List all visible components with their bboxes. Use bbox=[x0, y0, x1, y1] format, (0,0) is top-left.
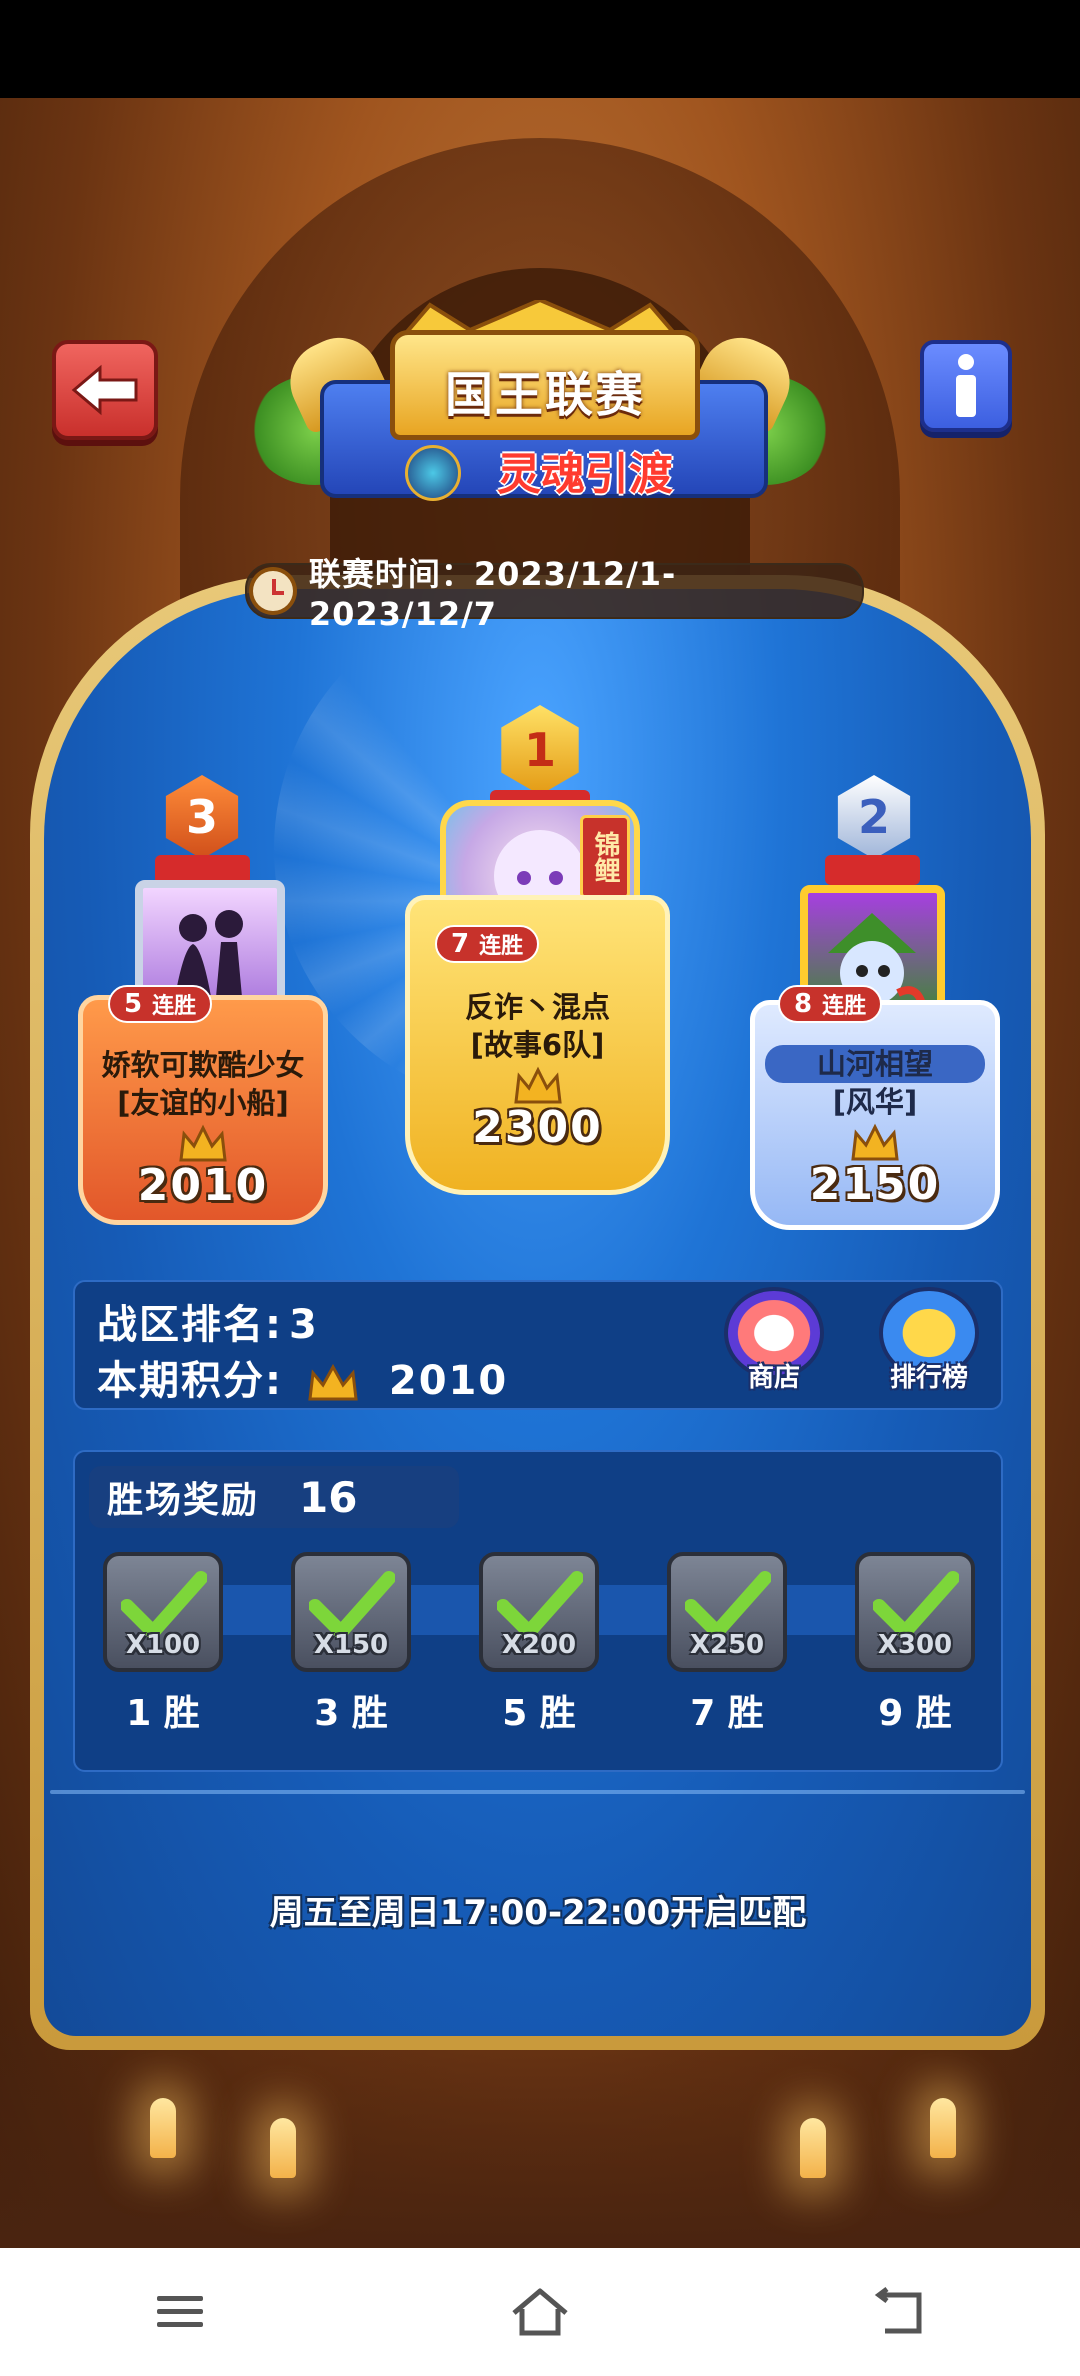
player-team: [友谊的小船] bbox=[117, 1086, 289, 1120]
nav-back-button[interactable] bbox=[840, 2272, 960, 2352]
player-stats-bar: 战区排名: 3 本期积分: 2010 商店 排行榜 bbox=[73, 1280, 1003, 1410]
candle bbox=[150, 2098, 176, 2158]
league-title: 国王联赛 bbox=[444, 367, 645, 423]
shop-button[interactable]: 商店 bbox=[715, 1287, 833, 1407]
reward-win-label: 7 胜 bbox=[690, 1693, 764, 1734]
crown-icon bbox=[179, 1124, 227, 1162]
reward-chest-1[interactable]: X100 bbox=[103, 1552, 223, 1672]
player-score: 2150 bbox=[809, 1159, 941, 1210]
reward-chest-3[interactable]: X200 bbox=[479, 1552, 599, 1672]
clock-icon bbox=[249, 567, 297, 615]
reward-win-label: 9 胜 bbox=[878, 1693, 952, 1734]
candle bbox=[930, 2098, 956, 2158]
home-icon bbox=[512, 2288, 568, 2336]
player-score: 2010 bbox=[137, 1160, 269, 1211]
candle bbox=[270, 2118, 296, 2178]
league-subtitle: 灵魂引渡 bbox=[497, 449, 673, 500]
info-button[interactable] bbox=[920, 340, 1012, 432]
player-team: [故事6队] bbox=[470, 1028, 605, 1062]
zone-rank: 战区排名: 3 bbox=[97, 1302, 319, 1348]
menu-icon bbox=[157, 2296, 203, 2327]
system-nav-bar bbox=[0, 2248, 1080, 2376]
player-team: [风华] bbox=[832, 1085, 918, 1119]
info-icon bbox=[956, 354, 976, 417]
match-schedule-notice: 周五至周日17:00-22:00开启匹配 bbox=[269, 1893, 807, 1933]
crown-icon bbox=[308, 1363, 358, 1401]
crown-icon bbox=[513, 1066, 562, 1104]
win-count: 16 bbox=[299, 1472, 358, 1522]
reward-chest-4[interactable]: X250 bbox=[667, 1552, 787, 1672]
status-bar bbox=[0, 0, 1080, 98]
back-arrow-icon bbox=[71, 364, 138, 416]
koi-tag: 锦鲤 bbox=[580, 815, 630, 899]
league-title-badge: 国王联赛 灵魂引渡 bbox=[250, 300, 830, 520]
win-rewards-panel: 胜场奖励 16 X100 1 胜 X150 3 胜 X200 5 胜 X250 … bbox=[73, 1450, 1003, 1772]
player-score: 2300 bbox=[472, 1102, 603, 1153]
reward-win-label: 3 胜 bbox=[314, 1693, 388, 1734]
player-name: 山河相望 bbox=[765, 1045, 985, 1083]
leaderboard-button[interactable]: 排行榜 bbox=[870, 1287, 988, 1407]
podium-card-rank-2[interactable]: 山河相望 [风华] 2150 bbox=[750, 1000, 1000, 1230]
win-streak-badge: 5 连胜 bbox=[108, 985, 213, 1023]
nav-home-button[interactable] bbox=[480, 2272, 600, 2352]
nav-menu-button[interactable] bbox=[120, 2272, 240, 2352]
win-streak-badge: 8 连胜 bbox=[778, 985, 883, 1023]
podium-card-rank-3[interactable]: 娇软可欺酷少女 [友谊的小船] 2010 bbox=[78, 995, 328, 1225]
season-time: 联赛时间：2023/12/1-2023/12/7 bbox=[308, 555, 677, 633]
reward-chest-2[interactable]: X150 bbox=[291, 1552, 411, 1672]
player-name: 反诈丶混点 bbox=[464, 990, 610, 1024]
season-time-bar: 联赛时间：2023/12/1-2023/12/7 bbox=[245, 555, 864, 633]
win-streak-badge: 7 连胜 bbox=[435, 925, 540, 963]
reward-win-label: 5 胜 bbox=[502, 1693, 576, 1734]
crown-icon bbox=[851, 1123, 899, 1161]
player-name: 娇软可欺酷少女 bbox=[101, 1048, 305, 1082]
reward-chest-5[interactable]: X300 bbox=[855, 1552, 975, 1672]
back-icon bbox=[874, 2287, 922, 2334]
season-points: 本期积分: 2010 bbox=[97, 1358, 509, 1404]
candle bbox=[800, 2118, 826, 2178]
reward-win-label: 1 胜 bbox=[126, 1693, 200, 1734]
win-rewards-header: 胜场奖励 16 bbox=[89, 1466, 459, 1528]
back-button[interactable] bbox=[52, 340, 158, 440]
